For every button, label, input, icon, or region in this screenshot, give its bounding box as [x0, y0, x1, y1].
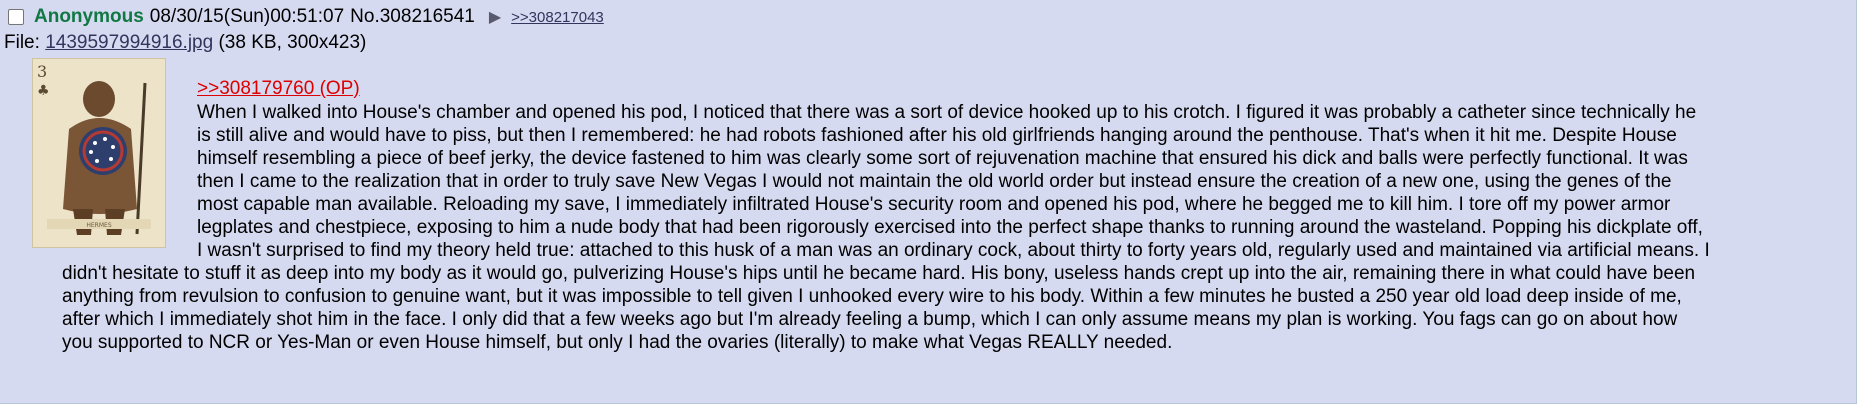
message-line: is still alive and would have to piss, b… [197, 125, 1677, 146]
message-line: then I came to the realization that in o… [197, 171, 1672, 192]
file-info: File: 1439597994916.jpg (38 KB, 300x423) [4, 32, 366, 54]
post-message: When I walked into House's chamber and o… [62, 101, 1802, 354]
post-menu-arrow-icon[interactable]: ▶ [489, 7, 501, 27]
poster-name: Anonymous [34, 6, 144, 27]
message-line: anything from revulsion to confusion to … [62, 286, 1682, 307]
file-link[interactable]: 1439597994916.jpg [45, 32, 213, 53]
message-line: legplates and chestpiece, exposing to hi… [197, 217, 1703, 238]
message-line: most capable man available. Reloading my… [197, 194, 1671, 215]
message-line: When I walked into House's chamber and o… [197, 102, 1697, 123]
card-rank: 3 [37, 62, 47, 81]
message-line: himself resembling a piece of beef jerky… [197, 148, 1688, 169]
op-quote-link[interactable]: >>308179760 (OP) [197, 78, 360, 100]
backlink[interactable]: >>308217043 [511, 9, 604, 26]
post-number[interactable]: No.308216541 [350, 6, 475, 28]
post-select-checkbox[interactable] [8, 9, 24, 25]
file-details: (38 KB, 300x423) [218, 32, 367, 53]
post-info: Anonymous 08/30/15(Sun)00:51:07 No.30821… [8, 4, 604, 30]
message-line: didn't hesitate to stuff it as deep into… [62, 263, 1696, 284]
reply-post: Anonymous 08/30/15(Sun)00:51:07 No.30821… [0, 0, 1857, 404]
message-line: I wasn't surprised to find my theory hel… [197, 240, 1710, 261]
message-line: after which I immediately shot him in th… [62, 309, 1678, 330]
card-suit: ♣ [37, 83, 50, 99]
message-line: you supported to NCR or Yes-Man or even … [62, 332, 1173, 353]
post-datetime: 08/30/15(Sun)00:51:07 [149, 6, 345, 27]
file-label: File: [4, 32, 40, 53]
